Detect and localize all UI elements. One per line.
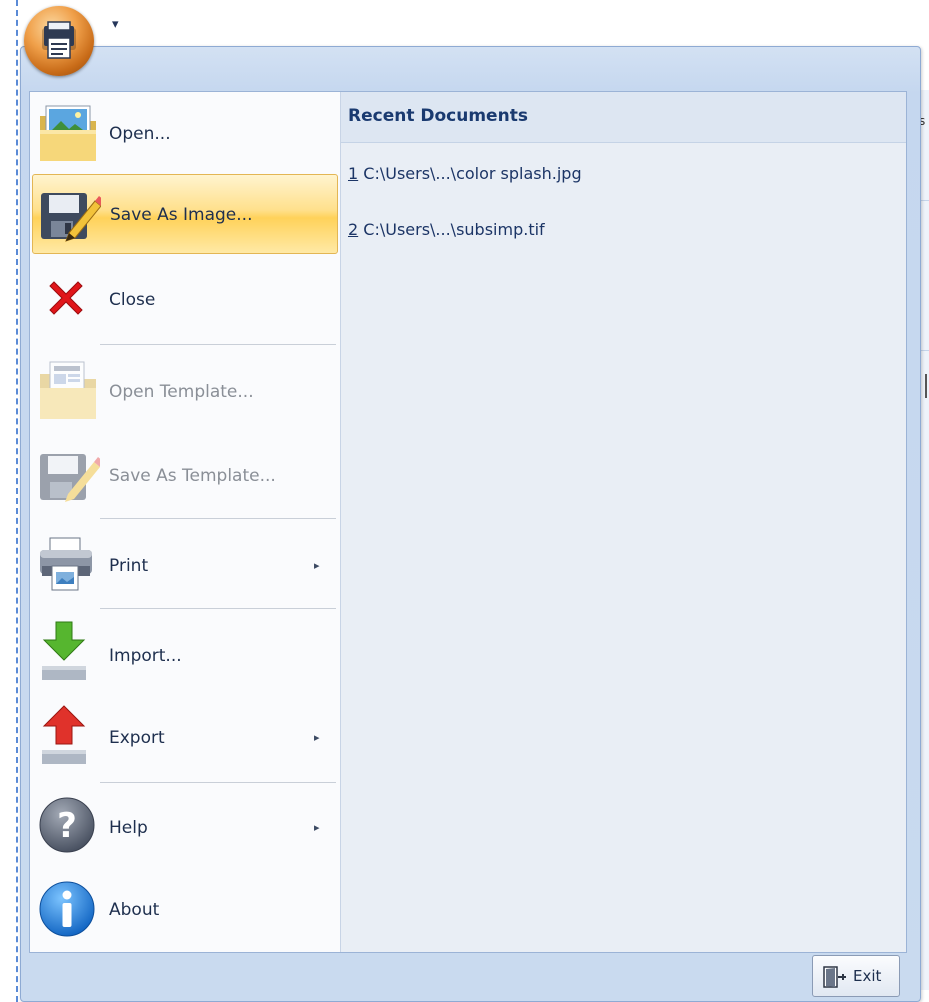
printer-icon bbox=[40, 537, 92, 591]
application-menu: Open... Save As Image... Close Open Temp… bbox=[20, 46, 921, 1002]
about-label: About bbox=[109, 900, 160, 920]
command-pane: Open... Save As Image... Close Open Temp… bbox=[30, 92, 341, 952]
folder-picture-icon bbox=[40, 105, 96, 161]
save-template-icon bbox=[40, 454, 100, 502]
ribbon-clipped-bar bbox=[925, 374, 927, 398]
customize-quick-access-arrow[interactable]: ▾ bbox=[112, 18, 119, 31]
page-edge-dashed-line bbox=[16, 0, 18, 1002]
red-x-icon bbox=[49, 281, 83, 315]
recent-item-number: 1 bbox=[348, 164, 359, 183]
import-menu-item[interactable]: Import... bbox=[32, 612, 336, 696]
recent-documents-title: Recent Documents bbox=[348, 106, 528, 126]
save-pencil-icon bbox=[41, 193, 101, 242]
save-as-template-label: Save As Template... bbox=[109, 466, 276, 486]
recent-documents-pane: Recent Documents 1 C:\Users\...\color sp… bbox=[341, 92, 906, 952]
print-menu-item[interactable]: Print ▸ bbox=[32, 522, 336, 606]
export-label: Export bbox=[109, 728, 165, 748]
exit-button[interactable]: Exit bbox=[812, 955, 900, 997]
application-menu-body: Open... Save As Image... Close Open Temp… bbox=[29, 91, 907, 953]
menu-separator bbox=[100, 782, 336, 783]
help-label: Help bbox=[109, 818, 148, 838]
export-arrow-icon bbox=[42, 705, 86, 764]
about-menu-item[interactable]: About bbox=[32, 870, 336, 950]
open-template-label: Open Template... bbox=[109, 382, 254, 402]
import-label: Import... bbox=[109, 646, 182, 666]
recent-documents-header: Recent Documents bbox=[341, 92, 906, 143]
folder-template-icon bbox=[40, 361, 96, 419]
exit-door-icon bbox=[823, 966, 846, 988]
open-template-menu-item[interactable]: Open Template... bbox=[32, 348, 336, 432]
save-as-image-menu-item[interactable]: Save As Image... bbox=[32, 174, 338, 254]
help-menu-item[interactable]: ? Help ▸ bbox=[32, 786, 336, 868]
submenu-arrow-icon: ▸ bbox=[314, 731, 320, 744]
menu-separator bbox=[100, 608, 336, 609]
menu-separator bbox=[100, 518, 336, 519]
quick-access-toolbar: ▾ bbox=[0, 0, 929, 76]
svg-text:?: ? bbox=[57, 806, 77, 846]
close-label: Close bbox=[109, 290, 156, 310]
save-as-template-menu-item[interactable]: Save As Template... bbox=[32, 434, 336, 516]
exit-label: Exit bbox=[853, 967, 882, 985]
recent-document-item[interactable]: 1 C:\Users\...\color splash.jpg bbox=[348, 164, 582, 183]
recent-item-path: C:\Users\...\subsimp.tif bbox=[358, 220, 545, 239]
save-as-image-label: Save As Image... bbox=[110, 205, 253, 225]
open-menu-item[interactable]: Open... bbox=[32, 94, 336, 172]
submenu-arrow-icon: ▸ bbox=[314, 559, 320, 572]
open-label: Open... bbox=[109, 124, 171, 144]
print-label: Print bbox=[109, 556, 149, 576]
close-menu-item[interactable]: Close bbox=[32, 258, 336, 338]
printer-logo-icon bbox=[42, 21, 76, 59]
import-arrow-icon bbox=[42, 621, 86, 680]
submenu-arrow-icon: ▸ bbox=[314, 821, 320, 834]
recent-item-number: 2 bbox=[348, 220, 359, 239]
recent-item-path: C:\Users\...\color splash.jpg bbox=[358, 164, 582, 183]
export-menu-item[interactable]: Export ▸ bbox=[32, 698, 336, 778]
info-icon bbox=[39, 881, 95, 937]
recent-document-item[interactable]: 2 C:\Users\...\subsimp.tif bbox=[348, 220, 545, 239]
application-menu-button[interactable] bbox=[24, 6, 94, 76]
help-question-icon: ? bbox=[39, 797, 95, 853]
menu-separator bbox=[100, 344, 336, 345]
